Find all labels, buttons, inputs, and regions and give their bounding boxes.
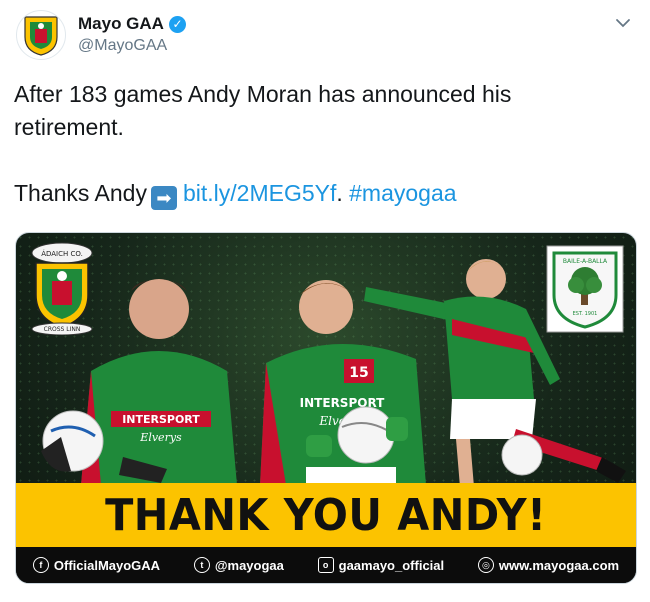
author-handle[interactable]: @MayoGAA	[78, 37, 167, 55]
tweet-text-line1: After 183 games Andy Moran has announced…	[14, 81, 512, 107]
footer-website: ◎ www.mayogaa.com	[477, 557, 620, 573]
thank-you-banner: THANK YOU ANDY!	[16, 483, 636, 547]
media-footer: f OfficialMayoGAA t @mayogaa o gaamayo_o…	[16, 547, 636, 583]
right-arrow-emoji-icon: ➡	[150, 186, 177, 210]
instagram-icon: o	[317, 557, 334, 573]
tweet-text: After 183 games Andy Moran has announced…	[14, 78, 634, 210]
crest-left-top-text: ÁDAICH CO.	[41, 249, 83, 258]
footer-facebook-label: OfficialMayoGAA	[53, 557, 161, 573]
link-separator: .	[336, 180, 350, 206]
avatar[interactable]	[16, 10, 66, 60]
globe-icon: ◎	[477, 557, 494, 573]
hashtag-link[interactable]: #mayogaa	[349, 180, 456, 206]
author-name[interactable]: Mayo GAA	[78, 14, 164, 34]
verified-badge-icon: ✓	[168, 15, 186, 33]
facebook-icon: f	[32, 557, 49, 573]
footer-facebook: f OfficialMayoGAA	[32, 557, 161, 573]
tweet-card: Mayo GAA ✓ @MayoGAA After 183 games Andy…	[0, 0, 650, 602]
sponsor-text-left: INTERSPORT	[122, 413, 200, 426]
thanks-text: Thanks Andy	[14, 180, 147, 206]
footer-twitter: t @mayogaa	[193, 557, 284, 573]
footer-twitter-label: @mayogaa	[214, 557, 284, 573]
tweet-text-line3: Thanks Andy ➡ bit.ly/2MEG5Yf. #mayogaa	[14, 177, 634, 210]
tweet-link[interactable]: bit.ly/2MEG5Yf	[183, 180, 336, 206]
footer-instagram-label: gaamayo_official	[338, 557, 445, 573]
tweet-image[interactable]: ÁDAICH CO. CROSS LINN BAILE-A-BALLA EST.…	[15, 232, 637, 584]
player-photo-right	[364, 259, 626, 487]
chevron-down-icon[interactable]	[614, 14, 632, 32]
twitter-icon: t	[193, 557, 210, 573]
banner-text: THANK YOU ANDY!	[105, 489, 547, 541]
author-name-row[interactable]: Mayo GAA ✓	[78, 14, 186, 34]
mayo-crest-icon	[24, 16, 58, 56]
tweet-text-line2: retirement.	[14, 114, 124, 140]
sponsor-sub-left: Elverys	[139, 431, 182, 444]
player-photo-left: INTERSPORT Elverys	[41, 279, 237, 485]
footer-website-label: www.mayogaa.com	[498, 557, 620, 573]
footer-instagram: o gaamayo_official	[317, 557, 445, 573]
